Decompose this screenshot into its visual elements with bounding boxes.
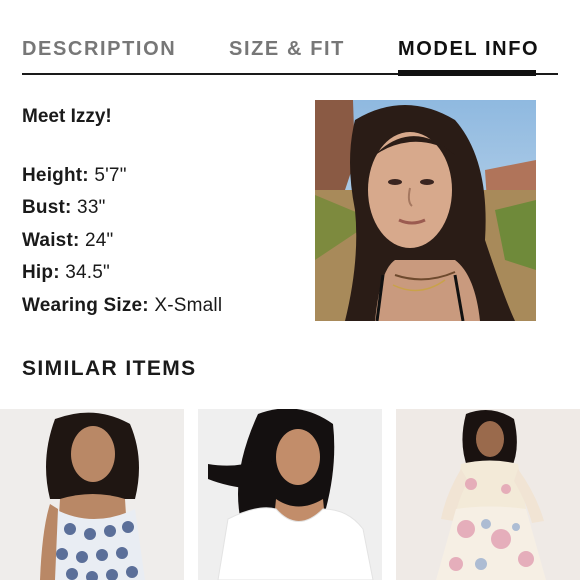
tab-model-info[interactable]: MODEL INFO <box>398 38 539 61</box>
model-stats-list: Height: 5'7" Bust: 33" Waist: 24" Hip: 3… <box>22 160 222 322</box>
model-stat-bust: Bust: 33" <box>22 197 106 219</box>
model-stat-waist: Waist: 24" <box>22 229 114 251</box>
model-stat-hip: Hip: 34.5" <box>22 262 110 284</box>
product-image <box>198 409 382 580</box>
model-greeting: Meet Izzy! <box>22 106 112 127</box>
product-image <box>0 409 184 580</box>
tab-description[interactable]: DESCRIPTION <box>22 38 176 61</box>
model-photo <box>315 100 536 321</box>
similar-item-card[interactable] <box>396 409 580 580</box>
similar-items-heading: SIMILAR ITEMS <box>22 357 197 380</box>
model-stat-height: Height: 5'7" <box>22 165 127 186</box>
active-tab-indicator <box>398 70 536 76</box>
product-info-tabs: DESCRIPTION SIZE & FIT MODEL INFO <box>22 38 558 78</box>
similar-item-card[interactable] <box>0 409 184 580</box>
product-image <box>396 409 580 580</box>
tab-size-fit[interactable]: SIZE & FIT <box>229 38 345 61</box>
similar-item-card[interactable] <box>198 409 382 580</box>
model-stat-wearing-size: Wearing Size: X-Small <box>22 294 223 316</box>
